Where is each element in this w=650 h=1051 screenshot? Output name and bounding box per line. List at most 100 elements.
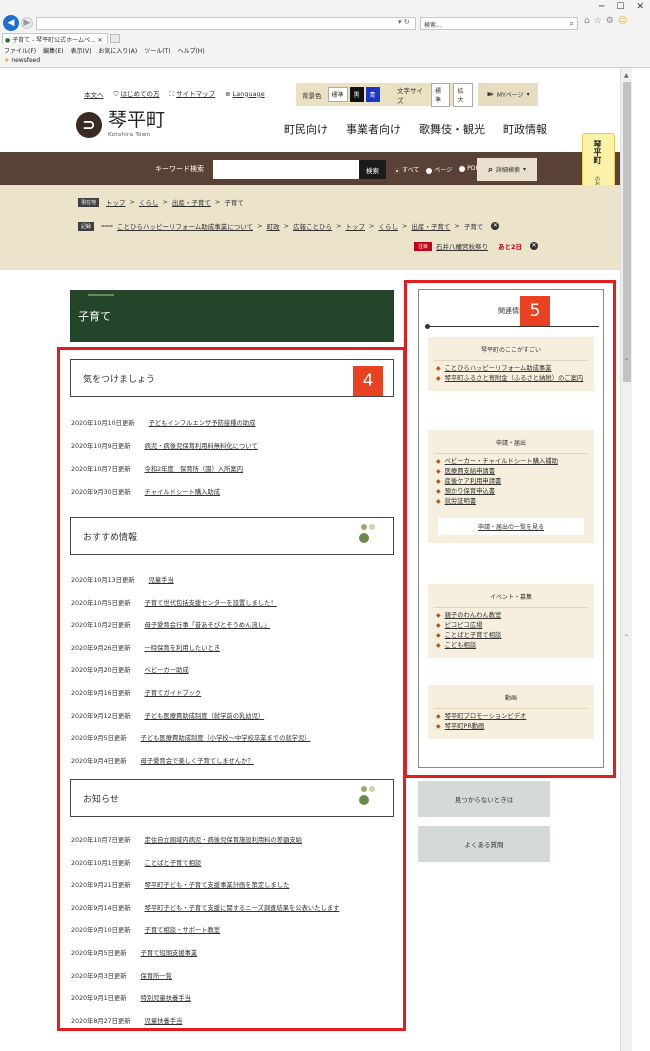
- history-link[interactable]: くらし: [378, 221, 398, 231]
- keyword-search-button[interactable]: 検索: [359, 160, 386, 179]
- new-tab-button[interactable]: [110, 34, 120, 43]
- page-scrollbar[interactable]: ▲ ⌃ ⌃: [620, 68, 632, 1051]
- favorites-icon: ★: [4, 57, 10, 64]
- scope-pdf-radio[interactable]: PDF: [459, 165, 479, 174]
- history-trail: 記録 ⩶ ことひらハッピーリフォーム助成事業について > 町政 > 広報ことひら > …: [78, 221, 500, 231]
- close-window-icon[interactable]: ✕: [636, 2, 644, 12]
- scroll-up-icon[interactable]: ▲: [624, 72, 629, 79]
- window-controls: ─ ☐ ✕: [599, 2, 644, 12]
- logo-mark-icon: ⊃: [76, 111, 102, 138]
- refresh-icon[interactable]: ▾ ↻: [398, 18, 410, 26]
- utility-bar: 本文へ ⛉ はじめての方 ⛶ サイトマップ ⊕ Language: [84, 88, 265, 99]
- favorite-newsfeed[interactable]: newsfeed: [11, 57, 40, 64]
- skip-to-content-link[interactable]: 本文へ: [84, 89, 104, 99]
- sitemap-icon: ⛶: [169, 90, 175, 98]
- scope-all-radio[interactable]: すべて: [394, 165, 419, 174]
- language-link[interactable]: ⊕ Language: [225, 90, 265, 98]
- menu-favorites[interactable]: お気に入り(A): [98, 46, 137, 55]
- browser-toolbar-icons: ⌂ ☆ ⚙ ☺: [584, 16, 627, 26]
- detail-search-button[interactable]: ⌕ 詳細検索 ▾: [477, 158, 537, 181]
- nav-tourism[interactable]: 歌舞伎・観光: [419, 121, 485, 137]
- side-tab-title: 琴平町: [593, 140, 602, 164]
- language-label: Language: [232, 89, 265, 98]
- breadcrumb-living[interactable]: くらし: [139, 197, 159, 207]
- tab-title: 子育て - 琴平町公式ホームペ...: [12, 37, 96, 44]
- forward-button[interactable]: ▶: [21, 17, 33, 29]
- mypage-label: MYページ: [496, 92, 524, 99]
- notice-days: あと2日: [498, 243, 523, 251]
- not-found-button[interactable]: 見つからないときは: [418, 781, 550, 817]
- logo-name: 琴平町: [108, 109, 166, 131]
- menu-help[interactable]: ヘルプ(H): [178, 46, 205, 55]
- close-notice-icon[interactable]: ✕: [530, 242, 539, 250]
- radio-icon: [394, 167, 400, 174]
- history-link[interactable]: 広報ことひら: [293, 221, 332, 231]
- sitemap-link[interactable]: ⛶ サイトマップ: [169, 88, 215, 99]
- smiley-icon[interactable]: ☺: [618, 16, 627, 26]
- faq-button[interactable]: よくある質問: [418, 826, 550, 862]
- font-standard-button[interactable]: 標準: [430, 82, 451, 107]
- menu-edit[interactable]: 編集(E): [43, 46, 63, 55]
- nav-business[interactable]: 事業者向け: [346, 121, 401, 137]
- tab-close-icon[interactable]: ✕: [98, 37, 103, 44]
- favorites-star-icon[interactable]: ☆: [594, 16, 602, 26]
- scroll-mark-icon: ⌃: [624, 358, 630, 365]
- maximize-icon[interactable]: ☐: [616, 2, 624, 12]
- detail-search-label: 詳細検索: [496, 167, 521, 174]
- mypage-icon: ➽: [486, 89, 494, 100]
- browser-search-input[interactable]: 検索... ⌕: [420, 17, 578, 30]
- nav-residents[interactable]: 町民向け: [284, 121, 328, 137]
- history-current: 子育て: [463, 223, 484, 231]
- notice-tag: 注目: [414, 241, 433, 251]
- mypage-button[interactable]: ➽ MYページ ▾: [478, 83, 538, 106]
- annotation-label-4: 4: [353, 366, 383, 396]
- scope-page-radio[interactable]: ページ: [426, 165, 452, 174]
- menu-file[interactable]: ファイル(F): [4, 46, 36, 55]
- favorites-bar: ★ newsfeed: [4, 57, 40, 64]
- browser-tab[interactable]: ● 子育て - 琴平町公式ホームペ... ✕: [2, 33, 108, 44]
- current-location-tag: 現在地: [78, 197, 100, 207]
- history-link[interactable]: トップ: [345, 221, 365, 231]
- bg-blue-button[interactable]: 青: [365, 87, 380, 102]
- font-large-button[interactable]: 拡大: [453, 82, 473, 107]
- notice-bar: 注目 石井八幡宮秋祭り あと2日 ✕: [414, 241, 539, 251]
- notice-link[interactable]: 石井八幡宮秋祭り: [436, 241, 488, 251]
- minimize-icon[interactable]: ─: [599, 2, 604, 12]
- breadcrumb-top[interactable]: トップ: [106, 197, 126, 207]
- menu-tools[interactable]: ツール(T): [144, 46, 170, 55]
- clear-history-icon[interactable]: ✕: [491, 222, 500, 230]
- history-link[interactable]: 出産・子育て: [411, 221, 450, 231]
- history-link[interactable]: ことひらハッピーリフォーム助成事業について: [117, 221, 253, 231]
- back-button[interactable]: ◀: [3, 15, 19, 31]
- settings-gear-icon[interactable]: ⚙: [606, 16, 614, 26]
- radio-icon: [426, 167, 433, 174]
- menu-view[interactable]: 表示(V): [71, 46, 92, 55]
- address-bar[interactable]: [36, 17, 416, 30]
- bg-standard-button[interactable]: 標準: [327, 87, 348, 102]
- history-link[interactable]: 町政: [267, 221, 280, 231]
- breadcrumb: 現在地 トップ > くらし > 出産・子育て > 子育て: [78, 197, 244, 207]
- search-scope-options: すべて ページ PDF: [394, 165, 479, 174]
- scroll-thumb[interactable]: [623, 82, 631, 382]
- breadcrumb-childbirth[interactable]: 出産・子育て: [172, 197, 211, 207]
- page-title: 子育て: [70, 290, 394, 342]
- tab-favicon: ●: [5, 37, 11, 44]
- nav-government[interactable]: 町政情報: [503, 121, 547, 137]
- chevron-down-icon: ▾: [523, 166, 527, 173]
- cloud-decoration-icon: [88, 294, 114, 298]
- keyword-search-input[interactable]: [213, 160, 359, 179]
- font-size-label: 文字サイズ: [397, 86, 423, 105]
- main-navigation: 町民向け 事業者向け 歌舞伎・観光 町政情報: [284, 121, 547, 137]
- menu-bar: ファイル(F) 編集(E) 表示(V) お気に入り(A) ツール(T) ヘルプ(…: [4, 46, 205, 55]
- breadcrumb-current: 子育て: [224, 199, 244, 207]
- site-logo[interactable]: ⊃ 琴平町 Kotohira Town: [76, 111, 165, 138]
- home-icon[interactable]: ⌂: [584, 16, 590, 26]
- bg-color-label: 背景色: [302, 91, 322, 100]
- annotation-box-5: [404, 280, 616, 778]
- scope-page-label: ページ: [434, 167, 453, 174]
- footprint-icon: ⩶: [101, 221, 113, 230]
- bg-black-button[interactable]: 黒: [349, 87, 364, 102]
- page-title-text: 子育て: [78, 310, 111, 323]
- first-time-link[interactable]: ⛉ はじめての方: [114, 88, 160, 99]
- search-icon[interactable]: ⌕: [570, 19, 574, 29]
